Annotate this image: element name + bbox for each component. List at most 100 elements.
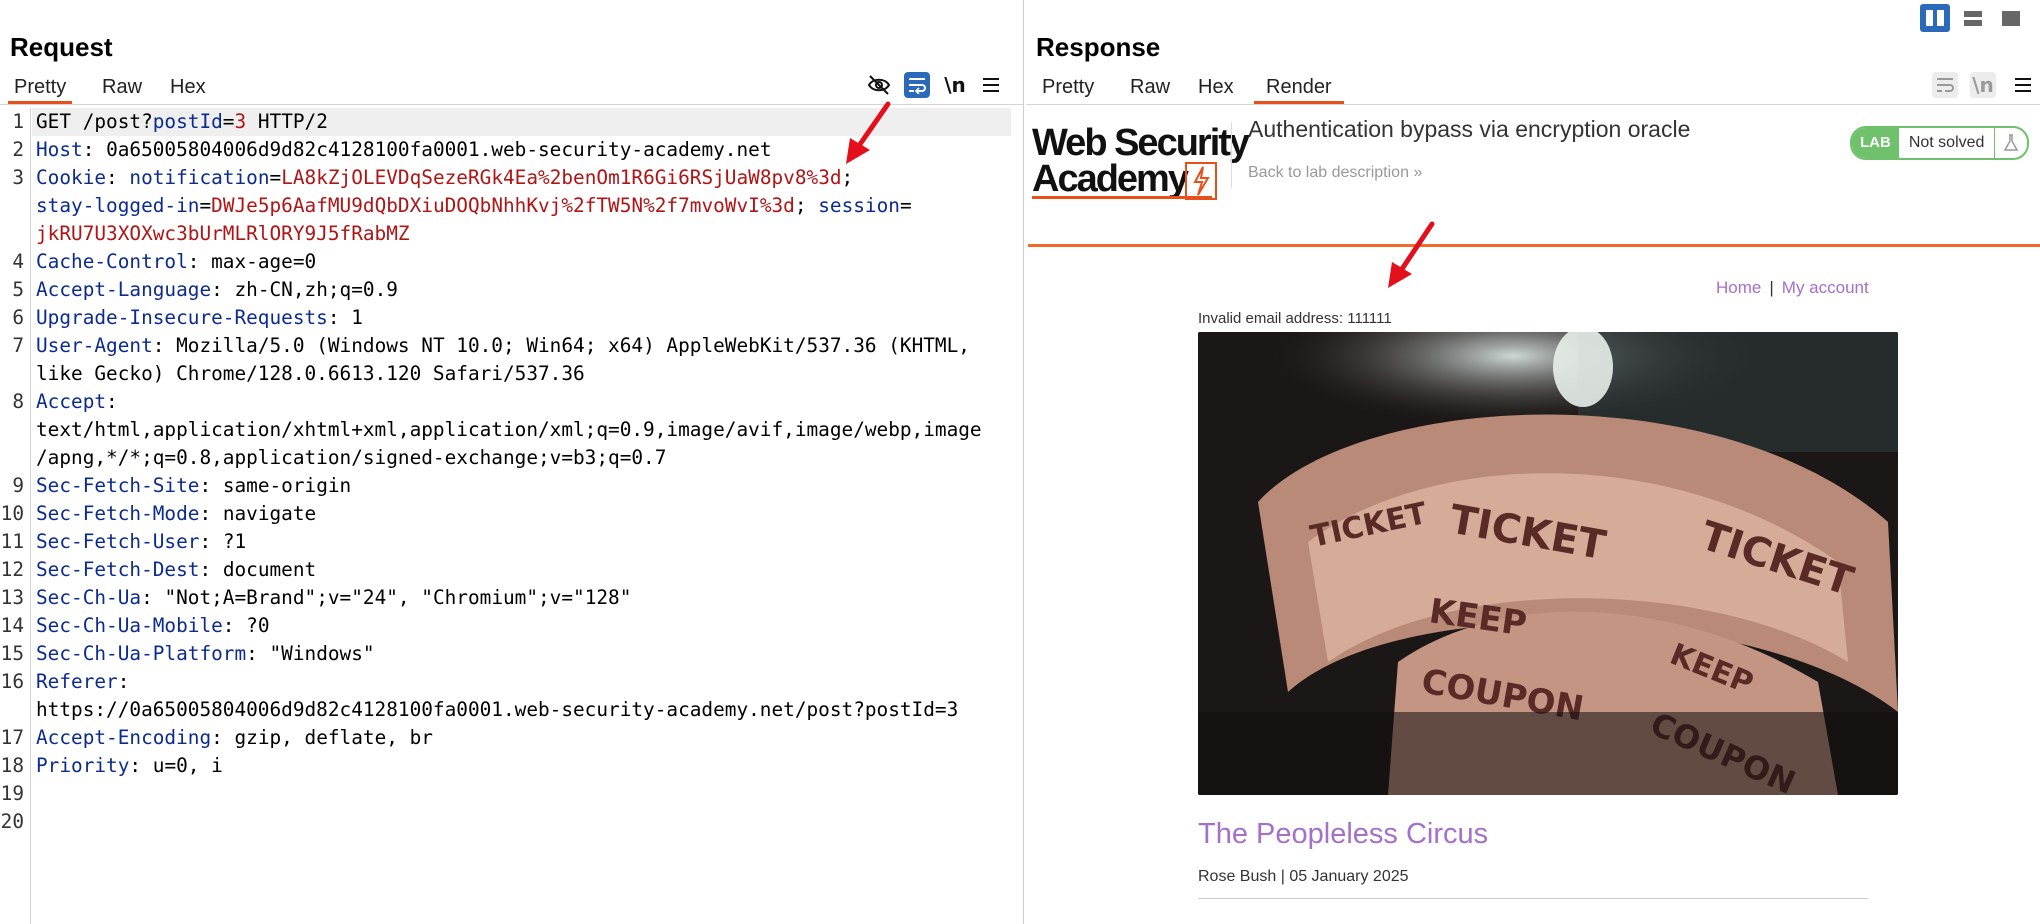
header-key: Sec-Fetch-Mode: [36, 502, 200, 525]
side-by-side-layout-icon[interactable]: [1920, 4, 1950, 32]
line-number: 10: [0, 502, 24, 525]
cookie-value-notification: LA8kZjOLEVDqSezeRGk4Ea%2benOm1R6Gi6RSjUa…: [281, 166, 842, 189]
header-value: u=0, i: [152, 754, 223, 777]
header-accept-encoding: Accept-Encoding: gzip, deflate, br: [36, 724, 433, 752]
header-cache-control: Cache-Control: max-age=0: [36, 248, 316, 276]
web-security-academy-logo[interactable]: Web Security Academy: [1032, 122, 1250, 200]
header-cookie-cont: stay-logged-in=DWJe5p6AafMU9dQbDXiuDOQbN…: [36, 194, 912, 217]
line-number: 14: [0, 614, 24, 637]
header-user-agent-cont: like Gecko) Chrome/128.0.6613.120 Safari…: [36, 360, 585, 388]
header-key: Sec-Ch-Ua: [36, 586, 142, 609]
header-sep: :: [222, 614, 247, 637]
header-orange-rule: [1028, 244, 2040, 247]
tab-hex[interactable]: Hex: [164, 72, 212, 104]
tab-hex[interactable]: Hex: [1192, 72, 1240, 104]
header-value: ?0: [246, 614, 270, 637]
header-key: Referer: [36, 670, 118, 693]
header-sec-ch-ua-platform: Sec-Ch-Ua-Platform: "Windows": [36, 640, 375, 668]
post-title-link[interactable]: The Peopleless Circus: [1198, 818, 1488, 851]
line-number: 6: [12, 306, 24, 329]
menu-icon[interactable]: [978, 72, 1004, 98]
header-value: gzip, deflate, br: [234, 726, 433, 749]
header-key: Sec-Fetch-Site: [36, 474, 200, 497]
tab-render[interactable]: Render: [1254, 72, 1344, 104]
header-value: Mozilla/5.0 (Windows NT 10.0; Win64; x64…: [176, 334, 970, 357]
line-number: 7: [12, 334, 24, 357]
header-value: "Not;A=Brand";v="24", "Chromium";v="128": [164, 586, 632, 609]
tabbed-layout-icon[interactable]: [1996, 4, 2026, 32]
header-value: same-origin: [222, 474, 352, 497]
request-editor[interactable]: 1 2 3 4 5 6 7 8 9 10 11 12 13 14 15 16 1…: [0, 108, 1011, 924]
post-byline: Rose Bush | 05 January 2025: [1198, 868, 1409, 885]
header-cookie: Cookie: notification=LA8kZjOLEVDqSezeRGk…: [36, 166, 854, 189]
header-key: Accept-Encoding: [36, 726, 212, 749]
word-wrap-icon[interactable]: [904, 72, 930, 98]
header-sep: :: [117, 670, 130, 693]
back-link-text: Back to lab description: [1248, 164, 1409, 181]
header-value: 0a65005804006d9d82c4128100fa0001.web-sec…: [106, 138, 772, 161]
newline-toggle-icon[interactable]: \n: [1970, 72, 1996, 98]
request-toolbar: \n: [864, 72, 1014, 102]
tab-pretty[interactable]: Pretty: [8, 72, 73, 104]
response-toolbar: \n: [1932, 72, 2040, 102]
nav-separator: |: [1769, 278, 1774, 297]
header-sep: :: [199, 502, 223, 525]
tab-pretty[interactable]: Pretty: [1036, 72, 1100, 104]
request-pane: Request Pretty Raw Hex \n 1 2 3 4 5 6 7 …: [0, 0, 1024, 924]
header-sep: :: [199, 558, 223, 581]
logo-line2: Academy: [1032, 158, 1189, 200]
header-sep: :: [129, 754, 153, 777]
line-number: 5: [12, 278, 24, 301]
header-key: Cookie: [36, 166, 107, 189]
tab-raw[interactable]: Raw: [1124, 72, 1176, 104]
header-sec-fetch-mode: Sec-Fetch-Mode: navigate: [36, 500, 316, 528]
stacked-layout-icon[interactable]: [1958, 4, 1988, 32]
line-number: 9: [12, 474, 24, 497]
response-tabs: Pretty Raw Hex Render: [1026, 72, 2040, 105]
word-wrap-icon[interactable]: [1932, 72, 1958, 98]
header-sep: :: [141, 586, 165, 609]
header-key: Sec-Fetch-Dest: [36, 558, 200, 581]
header-key: Sec-Ch-Ua-Mobile: [36, 614, 223, 637]
cookie-name-notification: notification: [129, 166, 270, 189]
back-to-lab-link[interactable]: Back to lab description »: [1248, 164, 1422, 182]
header-key: Host: [36, 138, 83, 161]
invalid-email-message: Invalid email address: 111111: [1198, 310, 1392, 327]
tab-raw[interactable]: Raw: [96, 72, 148, 104]
site-nav: Home | My account: [1716, 278, 1869, 298]
header-referer: Referer:: [36, 668, 129, 696]
menu-icon[interactable]: [2010, 72, 2036, 98]
cookie-value-session: jkRU7U3XOXwc3bUrMLRlORY9J5fRabMZ: [36, 222, 410, 245]
header-sec-ch-ua: Sec-Ch-Ua: "Not;A=Brand";v="24", "Chromi…: [36, 584, 631, 612]
layout-switcher: [1920, 4, 2030, 32]
line-number: 12: [0, 558, 24, 581]
header-value: "Windows": [269, 642, 375, 665]
header-sep: :: [152, 334, 177, 357]
request-title: Request: [10, 32, 113, 62]
response-title: Response: [1036, 32, 1161, 62]
lab-status-badge: LAB Not solved: [1850, 126, 2030, 160]
header-sec-fetch-site: Sec-Fetch-Site: same-origin: [36, 472, 351, 500]
newline-toggle-icon[interactable]: \n: [942, 72, 968, 98]
line-number: 13: [0, 586, 24, 609]
eye-slash-icon[interactable]: [866, 72, 892, 98]
line-number: 3: [12, 166, 24, 189]
nav-my-account-link[interactable]: My account: [1782, 278, 1869, 297]
nav-home-link[interactable]: Home: [1716, 278, 1761, 297]
header-value: navigate: [222, 502, 317, 525]
header-key: User-Agent: [36, 334, 153, 357]
header-referer-cont: https://0a65005804006d9d82c4128100fa0001…: [36, 696, 958, 724]
header-sep: :: [246, 642, 270, 665]
header-upgrade-insecure: Upgrade-Insecure-Requests: 1: [36, 304, 363, 332]
header-sep: :: [199, 530, 223, 553]
cookie-name-session: session: [818, 194, 900, 217]
line-number: 11: [0, 530, 24, 553]
header-cookie-cont: jkRU7U3XOXwc3bUrMLRlORY9J5fRabMZ: [36, 220, 410, 248]
header-sep: :: [211, 726, 235, 749]
request-method-path: GET /post?: [36, 110, 153, 133]
header-sec-ch-ua-mobile: Sec-Ch-Ua-Mobile: ?0: [36, 612, 270, 640]
header-sep: :: [106, 390, 118, 413]
line-number: 15: [0, 642, 24, 665]
line-number: 20: [0, 810, 24, 833]
lab-title: Authentication bypass via encryption ora…: [1248, 116, 1691, 142]
